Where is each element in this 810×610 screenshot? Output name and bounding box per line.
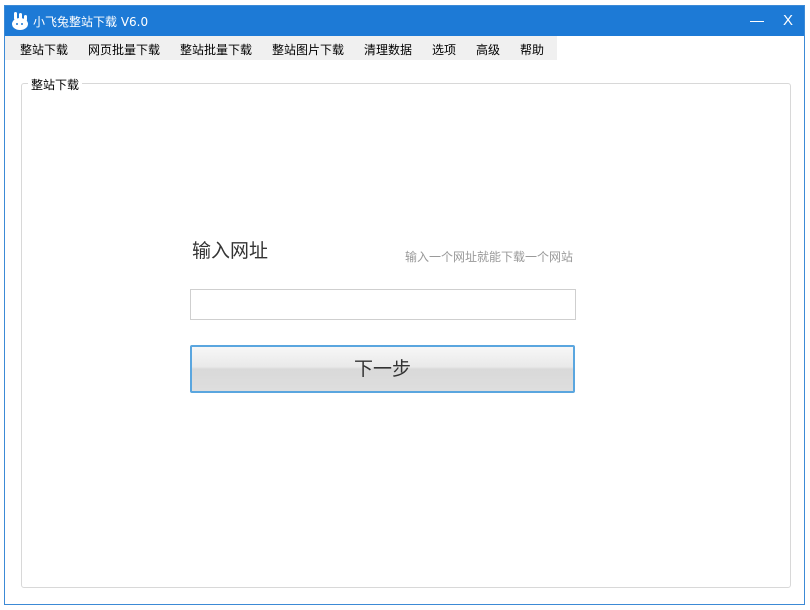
window-title: 小飞兔整站下载 V6.0 (33, 15, 149, 29)
close-button[interactable]: X (774, 10, 802, 32)
title-bar[interactable]: 小飞兔整站下载 V6.0 X (5, 6, 804, 36)
url-hint: 输入一个网址就能下载一个网站 (405, 250, 574, 264)
minimize-icon (750, 21, 764, 22)
menu-item-advanced[interactable]: 高级 (476, 41, 500, 58)
site-download-group: 整站下载 (21, 76, 791, 588)
next-step-button[interactable]: 下一步 (190, 345, 575, 393)
url-input[interactable] (190, 289, 576, 320)
rabbit-logo-icon (10, 11, 30, 31)
menu-item-clear-data[interactable]: 清理数据 (364, 41, 412, 58)
minimize-button[interactable] (743, 10, 771, 32)
url-heading: 输入网址 (192, 240, 269, 262)
app-window: 小飞兔整站下载 V6.0 X 整站下载 网页批量下载 整站批量下载 整站图片下载… (4, 5, 805, 605)
group-title: 整站下载 (28, 76, 83, 93)
menu-item-site-image-download[interactable]: 整站图片下载 (272, 41, 344, 58)
menu-item-site-download[interactable]: 整站下载 (20, 41, 68, 58)
menu-item-help[interactable]: 帮助 (520, 41, 544, 58)
menu-item-site-batch-download[interactable]: 整站批量下载 (180, 41, 252, 58)
menu-bar: 整站下载 网页批量下载 整站批量下载 整站图片下载 清理数据 选项 高级 帮助 (5, 36, 557, 60)
menu-item-page-batch-download[interactable]: 网页批量下载 (88, 41, 160, 58)
menu-item-options[interactable]: 选项 (432, 41, 456, 58)
